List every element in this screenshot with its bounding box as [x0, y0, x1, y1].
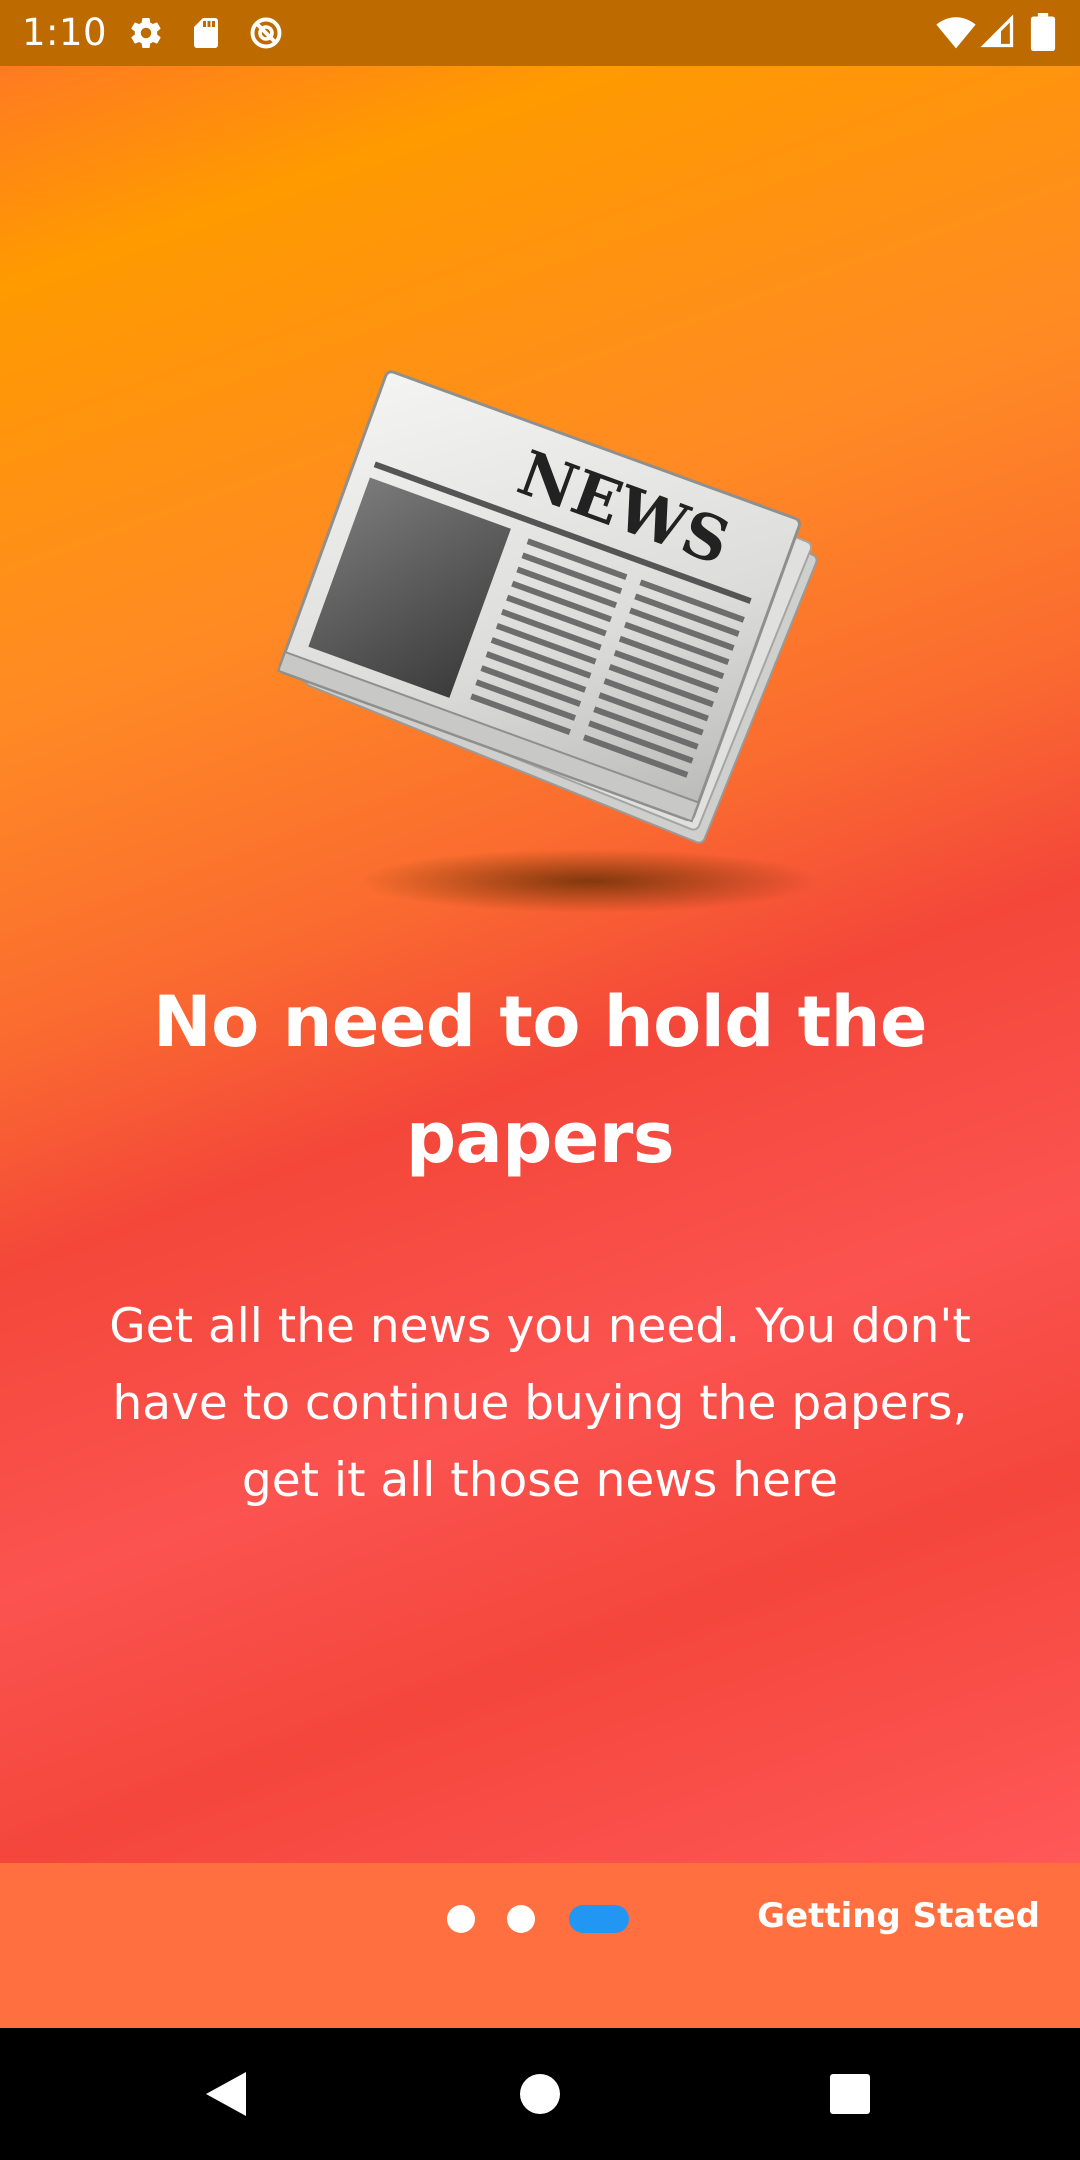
recents-icon[interactable] — [817, 2061, 883, 2127]
status-bar: 1:10 — [0, 0, 1080, 66]
no-sync-icon — [248, 15, 284, 51]
onboarding-subtitle: Get all the news you need. You don't hav… — [109, 1299, 971, 1508]
page-indicator-dot-2[interactable] — [507, 1905, 535, 1933]
status-time: 1:10 — [22, 11, 108, 54]
settings-icon — [128, 15, 164, 51]
newspaper-icon: NEWS — [277, 370, 820, 913]
back-icon[interactable] — [193, 2061, 259, 2127]
getting-started-button[interactable]: Getting Stated — [700, 1886, 1040, 1946]
page-indicator-dot-1[interactable] — [447, 1905, 475, 1933]
signal-icon — [980, 14, 1016, 50]
wifi-icon — [936, 14, 976, 50]
onboarding-screen: 1:10 NEWS No need to hold the papers Get… — [0, 0, 1080, 2160]
home-icon[interactable] — [507, 2061, 573, 2127]
onboarding-page: NEWS No need to hold the papers Get all … — [0, 66, 1080, 1863]
onboarding-title: No need to hold the papers — [153, 981, 927, 1179]
page-indicator-dot-3-active[interactable] — [569, 1905, 629, 1933]
battery-icon — [1030, 13, 1056, 52]
sd-card-icon — [188, 15, 224, 51]
